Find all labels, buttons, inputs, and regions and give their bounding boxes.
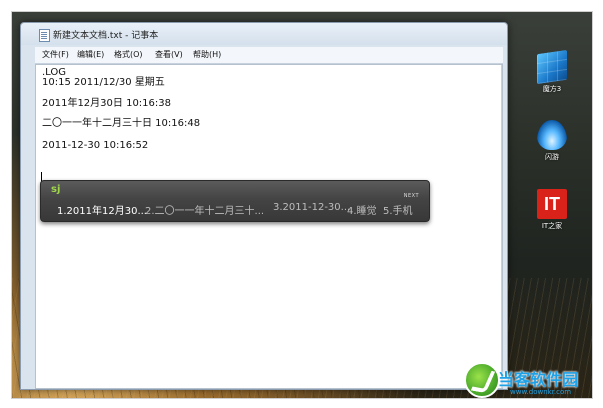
- ime-candidate-bar: sj NEXT 1.2011年12月30... 2.二〇一一年十二月三十... …: [40, 180, 430, 222]
- desktop-icon-label: IT之家: [541, 222, 563, 230]
- ime-candidate-3[interactable]: 3.2011-12-30...: [273, 202, 350, 213]
- desktop-icon-label: 闪游: [545, 153, 559, 161]
- menu-help[interactable]: 帮助(H): [193, 49, 221, 60]
- title-bar[interactable]: 新建文本文档.txt - 记事本: [21, 23, 507, 45]
- watermark-url: www.downkr.com: [510, 388, 572, 396]
- ime-candidate-4[interactable]: 4.睡觉: [347, 202, 377, 217]
- menu-edit[interactable]: 编辑(E): [77, 49, 104, 60]
- menu-format[interactable]: 格式(O): [114, 49, 143, 60]
- it-home-icon: IT: [537, 189, 567, 219]
- ime-candidate-2[interactable]: 2.二〇一一年十二月三十...: [145, 202, 264, 217]
- watermark-brand: 当客软件园: [498, 370, 579, 389]
- menu-bar: 文件(F) 编辑(E) 格式(O) 查看(V) 帮助(H): [35, 47, 503, 64]
- menu-view[interactable]: 查看(V): [155, 49, 183, 60]
- text-editor-area[interactable]: .LOG 10:15 2011/12/30 星期五 2011年12月30日 10…: [35, 64, 503, 389]
- window-title: 新建文本文档.txt - 记事本: [53, 31, 159, 41]
- desktop-icon-ithome[interactable]: IT IT之家: [530, 189, 574, 231]
- editor-right-edge: [501, 65, 502, 388]
- editor-line: 2011-12-30 10:16:52: [42, 140, 149, 151]
- ime-next-page[interactable]: NEXT: [404, 193, 419, 199]
- editor-line: 2011年12月30日 10:16:38: [42, 98, 171, 109]
- desktop-icon-label: 魔方3: [542, 85, 562, 93]
- desktop-icon-shanyou[interactable]: 闪游: [530, 120, 574, 162]
- notepad-icon: [39, 29, 50, 42]
- ime-candidate-1[interactable]: 1.2011年12月30...: [57, 202, 147, 217]
- menu-file[interactable]: 文件(F): [42, 49, 69, 60]
- desktop-icon-mofang[interactable]: 魔方3: [530, 49, 574, 94]
- ime-candidate-5[interactable]: 5.手机: [383, 202, 413, 217]
- watermark-logo-icon: [464, 362, 500, 398]
- screenshot: 新建文本文档.txt - 记事本 文件(F) 编辑(E) 格式(O) 查看(V)…: [0, 0, 603, 408]
- editor-line: 二〇一一年十二月三十日 10:16:48: [42, 118, 201, 129]
- magic-cube-icon: [537, 49, 567, 85]
- flame-icon: [537, 120, 567, 150]
- ime-composition-text: sj: [51, 184, 61, 195]
- editor-line: 10:15 2011/12/30 星期五: [42, 77, 165, 88]
